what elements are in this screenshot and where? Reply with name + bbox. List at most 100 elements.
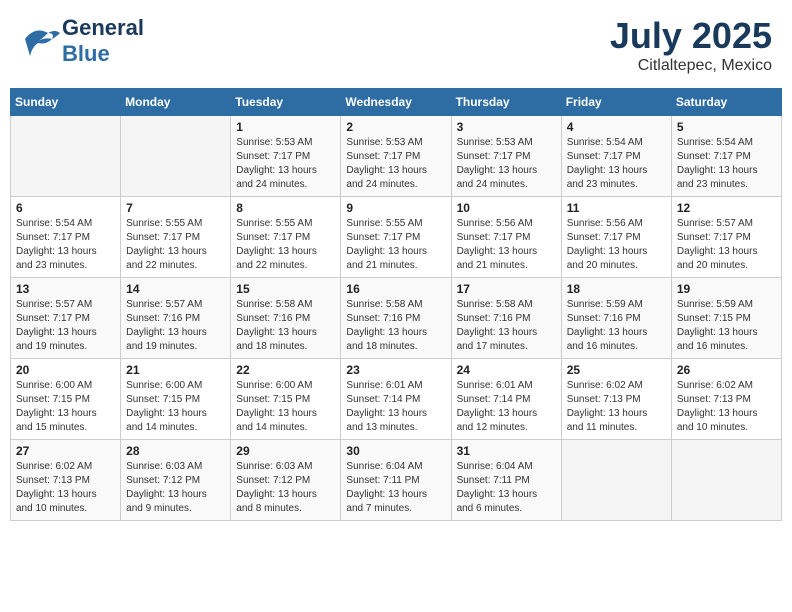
calendar-week-3: 13 Sunrise: 5:57 AMSunset: 7:17 PMDayligh… (11, 278, 782, 359)
calendar-header-row: SundayMondayTuesdayWednesdayThursdayFrid… (11, 89, 782, 116)
header-thursday: Thursday (451, 89, 561, 116)
day-detail: Sunrise: 5:57 AMSunset: 7:17 PMDaylight:… (677, 217, 776, 273)
day-detail: Sunrise: 6:00 AMSunset: 7:15 PMDaylight:… (236, 379, 335, 435)
day-detail: Sunrise: 5:58 AMSunset: 7:16 PMDaylight:… (457, 298, 556, 354)
day-number: 2 (346, 120, 445, 134)
day-number: 9 (346, 201, 445, 215)
calendar-title: July 2025 (610, 15, 772, 57)
calendar-table: SundayMondayTuesdayWednesdayThursdayFrid… (10, 88, 782, 521)
calendar-cell: 25Sunrise: 6:02 AMSunset: 7:13 PMDayligh… (561, 359, 671, 440)
day-detail: Sunrise: 6:00 AMSunset: 7:15 PMDaylight:… (16, 379, 115, 435)
calendar-cell (121, 116, 231, 197)
header-friday: Friday (561, 89, 671, 116)
header-sunday: Sunday (11, 89, 121, 116)
calendar-cell: 15Sunrise: 5:58 AMSunset: 7:16 PMDayligh… (231, 278, 341, 359)
day-number: 1 (236, 120, 335, 134)
calendar-cell (561, 440, 671, 521)
calendar-cell: 8 Sunrise: 5:55 AMSunset: 7:17 PMDaylight… (231, 197, 341, 278)
day-number: 19 (677, 282, 776, 296)
day-number: 10 (457, 201, 556, 215)
day-detail: Sunrise: 6:02 AMSunset: 7:13 PMDaylight:… (677, 379, 776, 435)
calendar-cell: 18 Sunrise: 5:59 AMSunset: 7:16 PMDayligh… (561, 278, 671, 359)
day-detail: Sunrise: 5:56 AMSunset: 7:17 PMDaylight:… (457, 217, 556, 273)
calendar-cell: 24 Sunrise: 6:01 AMSunset: 7:14 PMDayligh… (451, 359, 561, 440)
calendar-cell: 6 Sunrise: 5:54 AMSunset: 7:17 PMDaylight… (11, 197, 121, 278)
day-detail: Sunrise: 6:01 AMSunset: 7:14 PMDaylight:… (346, 379, 445, 435)
day-detail: Sunrise: 5:59 AMSunset: 7:16 PMDaylight:… (567, 298, 666, 354)
day-detail: Sunrise: 5:54 AMSunset: 7:17 PMDaylight:… (16, 217, 115, 273)
day-number: 5 (677, 120, 776, 134)
calendar-cell: 16Sunrise: 5:58 AMSunset: 7:16 PMDayligh… (341, 278, 451, 359)
day-detail: Sunrise: 6:02 AMSunset: 7:13 PMDaylight:… (567, 379, 666, 435)
header: General Blue July 2025 Citlaltepec, Mexi… (10, 10, 782, 80)
calendar-cell: 2 Sunrise: 5:53 AMSunset: 7:17 PMDaylight… (341, 116, 451, 197)
day-detail: Sunrise: 6:04 AMSunset: 7:11 PMDaylight:… (346, 460, 445, 516)
day-detail: Sunrise: 6:02 AMSunset: 7:13 PMDaylight:… (16, 460, 115, 516)
day-detail: Sunrise: 6:03 AMSunset: 7:12 PMDaylight:… (236, 460, 335, 516)
calendar-cell: 13 Sunrise: 5:57 AMSunset: 7:17 PMDayligh… (11, 278, 121, 359)
day-detail: Sunrise: 5:55 AMSunset: 7:17 PMDaylight:… (346, 217, 445, 273)
header-monday: Monday (121, 89, 231, 116)
day-detail: Sunrise: 5:53 AMSunset: 7:17 PMDaylight:… (457, 136, 556, 192)
day-detail: Sunrise: 5:54 AMSunset: 7:17 PMDaylight:… (567, 136, 666, 192)
day-number: 6 (16, 201, 115, 215)
calendar-cell: 26Sunrise: 6:02 AMSunset: 7:13 PMDayligh… (671, 359, 781, 440)
calendar-cell: 31Sunrise: 6:04 AMSunset: 7:11 PMDayligh… (451, 440, 561, 521)
calendar-cell (11, 116, 121, 197)
day-number: 14 (126, 282, 225, 296)
calendar-cell: 23 Sunrise: 6:01 AMSunset: 7:14 PMDayligh… (341, 359, 451, 440)
calendar-cell: 14 Sunrise: 5:57 AMSunset: 7:16 PMDayligh… (121, 278, 231, 359)
calendar-cell: 28Sunrise: 6:03 AMSunset: 7:12 PMDayligh… (121, 440, 231, 521)
day-number: 23 (346, 363, 445, 377)
day-detail: Sunrise: 5:57 AMSunset: 7:16 PMDaylight:… (126, 298, 225, 354)
day-detail: Sunrise: 5:53 AMSunset: 7:17 PMDaylight:… (236, 136, 335, 192)
calendar-cell: 12 Sunrise: 5:57 AMSunset: 7:17 PMDayligh… (671, 197, 781, 278)
day-number: 16 (346, 282, 445, 296)
header-wednesday: Wednesday (341, 89, 451, 116)
logo: General Blue (20, 15, 144, 67)
day-number: 24 (457, 363, 556, 377)
day-detail: Sunrise: 5:55 AMSunset: 7:17 PMDaylight:… (236, 217, 335, 273)
calendar-week-2: 6 Sunrise: 5:54 AMSunset: 7:17 PMDaylight… (11, 197, 782, 278)
day-detail: Sunrise: 5:55 AMSunset: 7:17 PMDaylight:… (126, 217, 225, 273)
calendar-cell: 30Sunrise: 6:04 AMSunset: 7:11 PMDayligh… (341, 440, 451, 521)
day-number: 20 (16, 363, 115, 377)
page-container: General Blue July 2025 Citlaltepec, Mexi… (10, 10, 782, 521)
logo-general: General (62, 15, 144, 41)
day-number: 22 (236, 363, 335, 377)
title-block: July 2025 Citlaltepec, Mexico (610, 15, 772, 75)
day-detail: Sunrise: 6:01 AMSunset: 7:14 PMDaylight:… (457, 379, 556, 435)
day-number: 8 (236, 201, 335, 215)
calendar-cell: 20 Sunrise: 6:00 AMSunset: 7:15 PMDayligh… (11, 359, 121, 440)
day-detail: Sunrise: 5:53 AMSunset: 7:17 PMDaylight:… (346, 136, 445, 192)
calendar-cell: 3 Sunrise: 5:53 AMSunset: 7:17 PMDaylight… (451, 116, 561, 197)
day-detail: Sunrise: 5:56 AMSunset: 7:17 PMDaylight:… (567, 217, 666, 273)
calendar-cell: 5 Sunrise: 5:54 AMSunset: 7:17 PMDaylight… (671, 116, 781, 197)
calendar-cell: 22 Sunrise: 6:00 AMSunset: 7:15 PMDayligh… (231, 359, 341, 440)
calendar-week-4: 20 Sunrise: 6:00 AMSunset: 7:15 PMDayligh… (11, 359, 782, 440)
calendar-cell: 4Sunrise: 5:54 AMSunset: 7:17 PMDaylight… (561, 116, 671, 197)
day-number: 3 (457, 120, 556, 134)
calendar-cell: 29 Sunrise: 6:03 AMSunset: 7:12 PMDayligh… (231, 440, 341, 521)
calendar-cell: 17 Sunrise: 5:58 AMSunset: 7:16 PMDayligh… (451, 278, 561, 359)
calendar-week-1: 1 Sunrise: 5:53 AMSunset: 7:17 PMDaylight… (11, 116, 782, 197)
day-number: 12 (677, 201, 776, 215)
day-detail: Sunrise: 5:54 AMSunset: 7:17 PMDaylight:… (677, 136, 776, 192)
calendar-week-5: 27Sunrise: 6:02 AMSunset: 7:13 PMDayligh… (11, 440, 782, 521)
day-number: 21 (126, 363, 225, 377)
day-number: 17 (457, 282, 556, 296)
calendar-location: Citlaltepec, Mexico (610, 57, 772, 75)
calendar-cell: 9 Sunrise: 5:55 AMSunset: 7:17 PMDaylight… (341, 197, 451, 278)
day-number: 18 (567, 282, 666, 296)
header-saturday: Saturday (671, 89, 781, 116)
logo-icon (20, 21, 62, 61)
day-number: 15 (236, 282, 335, 296)
day-detail: Sunrise: 5:59 AMSunset: 7:15 PMDaylight:… (677, 298, 776, 354)
logo-text-block: General Blue (62, 15, 144, 67)
day-number: 29 (236, 444, 335, 458)
day-detail: Sunrise: 5:57 AMSunset: 7:17 PMDaylight:… (16, 298, 115, 354)
day-number: 13 (16, 282, 115, 296)
calendar-cell: 27Sunrise: 6:02 AMSunset: 7:13 PMDayligh… (11, 440, 121, 521)
calendar-cell (671, 440, 781, 521)
day-detail: Sunrise: 6:03 AMSunset: 7:12 PMDaylight:… (126, 460, 225, 516)
